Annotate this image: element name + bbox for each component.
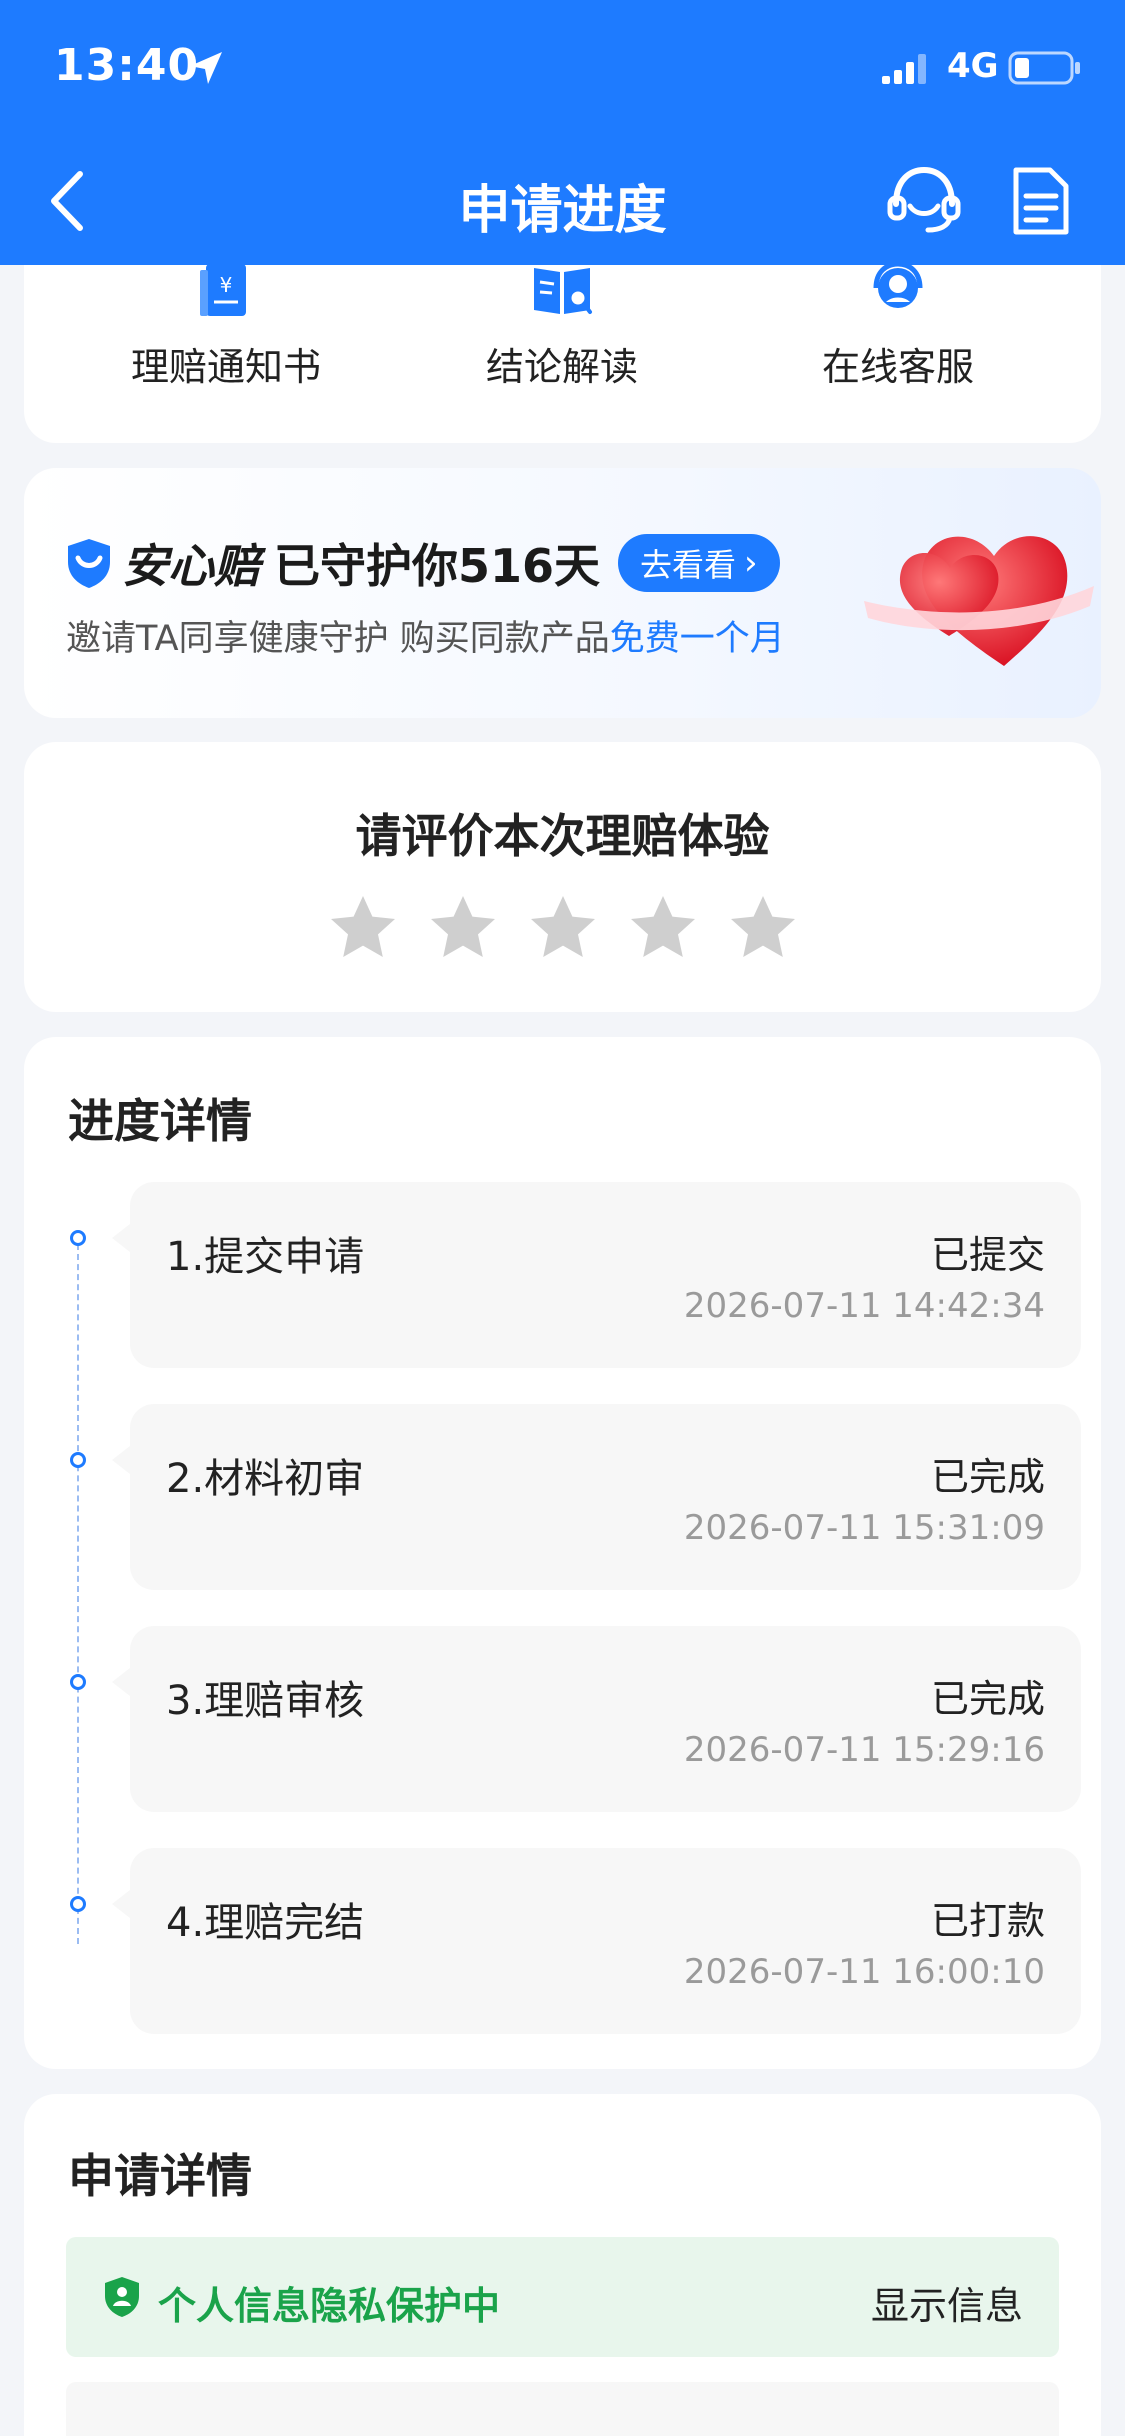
star-icon[interactable] [427,892,499,964]
privacy-shield-icon [105,2277,139,2317]
customer-service-icon[interactable] [884,162,964,236]
step-time: 2026-07-11 16:00:10 [683,1952,1045,1992]
rating-card: 请评价本次理赔体验 [24,742,1101,1012]
step-status: 已完成 [930,1455,1045,1499]
progress-step: 2.材料初审 已完成 2026-07-11 15:31:09 [112,1404,1081,1590]
status-bar: 13:40 4G [0,0,1125,140]
timeline-dot [70,1230,86,1246]
timeline-line [77,1244,79,1944]
quick-link-label: 在线客服 [821,345,974,389]
step-name: 2.材料初审 [166,1456,365,1502]
nav-bar: 申请进度 [0,140,1125,265]
step-status: 已提交 [930,1233,1045,1277]
chevron-right-icon: › [744,543,758,583]
status-time: 13:40 [54,40,200,91]
privacy-banner: 个人信息隐私保护中 显示信息 [66,2237,1059,2357]
heart-gift-icon [864,536,1094,666]
shield-icon [68,539,110,588]
detail-row [66,2382,1059,2436]
conclusion-icon [534,268,592,314]
timeline-dot [70,1674,86,1690]
step-time: 2026-07-11 15:29:16 [683,1730,1045,1770]
progress-step: 4.理赔完结 已打款 2026-07-11 16:00:10 [112,1848,1081,2034]
claim-notice-icon: ¥ [200,264,246,316]
step-time: 2026-07-11 15:31:09 [683,1508,1045,1548]
application-details-card: 申请详情 个人信息隐私保护中 显示信息 [24,2094,1101,2436]
star-icon[interactable] [627,892,699,964]
signal-icon [882,54,926,84]
promo-headline: 安心赔 已守护你516天 去看看 › [64,530,780,596]
quick-link-label: 结论解读 [485,345,638,389]
svg-text:¥: ¥ [220,273,233,297]
star-rating [24,892,1101,964]
star-icon[interactable] [727,892,799,964]
network-type: 4G [947,46,999,86]
step-name: 4.理赔完结 [166,1900,365,1946]
promo-go-button[interactable]: 去看看 › [618,534,780,592]
timeline-dot [70,1452,86,1468]
quick-link-customer-service[interactable]: 在线客服 [748,260,1048,391]
star-icon[interactable] [327,892,399,964]
step-name: 1.提交申请 [166,1234,365,1280]
step-name: 3.理赔审核 [166,1678,365,1724]
star-icon[interactable] [527,892,599,964]
progress-step: 1.提交申请 已提交 2026-07-11 14:42:34 [112,1182,1081,1368]
timeline-dot [70,1896,86,1912]
promo-banner[interactable]: 安心赔 已守护你516天 去看看 › 邀请TA同享健康守护 购买同款产品免费一个… [24,468,1101,718]
show-info-button[interactable]: 显示信息 [871,2275,1023,2330]
step-time: 2026-07-11 14:42:34 [683,1286,1045,1326]
quick-link-conclusion[interactable]: 结论解读 [412,260,712,391]
privacy-text: 个人信息隐私保护中 [158,2284,501,2328]
progress-card: 进度详情 1.提交申请 已提交 2026-07-11 14:42:34 2.材料… [24,1037,1101,2069]
app-header: 13:40 4G 申请进度 [0,0,1125,265]
promo-guard-text: 已守护你516天 [274,539,601,593]
progress-step: 3.理赔审核 已完成 2026-07-11 15:29:16 [112,1626,1081,1812]
promo-go-label: 去看看 [640,546,737,584]
quick-link-label: 理赔通知书 [130,345,321,389]
customer-service-icon [873,261,923,308]
promo-subtitle-highlight: 免费一个月 [609,619,785,659]
promo-brand: 安心赔 [122,539,260,593]
rating-title: 请评价本次理赔体验 [355,809,770,863]
step-status: 已完成 [930,1677,1045,1721]
step-status: 已打款 [930,1899,1045,1943]
battery-icon [1008,51,1080,85]
progress-title: 进度详情 [68,1094,252,1148]
promo-subtitle: 邀请TA同享健康守护 购买同款产品免费一个月 [66,610,785,661]
promo-subtitle-prefix: 邀请TA同享健康守护 购买同款产品 [66,619,610,659]
location-arrow-icon [190,52,222,84]
document-icon[interactable] [1010,164,1072,238]
details-title: 申请详情 [68,2149,252,2203]
quick-link-claim-notice[interactable]: ¥ 理赔通知书 [76,260,376,391]
